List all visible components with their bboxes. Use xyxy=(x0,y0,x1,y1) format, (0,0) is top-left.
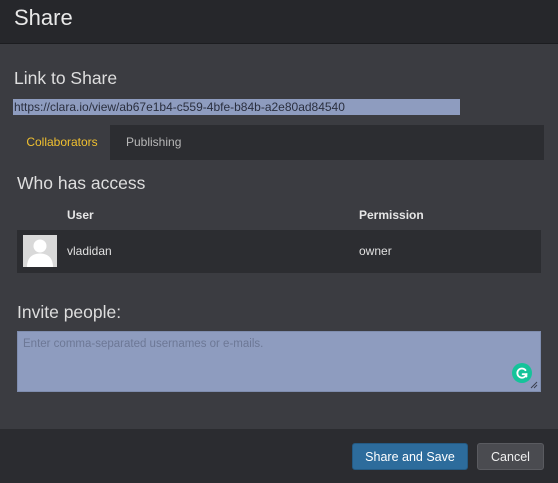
dialog-footer: Share and Save Cancel xyxy=(0,429,558,483)
column-header-permission: Permission xyxy=(359,208,424,222)
dialog-header: Share xyxy=(0,0,558,44)
share-tabs: Collaborators Publishing xyxy=(14,125,544,160)
resize-grip-icon[interactable] xyxy=(530,381,538,389)
dialog-body: Link to Share https://clara.io/view/ab67… xyxy=(0,44,558,429)
user-name: vladidan xyxy=(67,244,112,258)
grammarly-icon[interactable] xyxy=(512,363,532,383)
tab-publishing[interactable]: Publishing xyxy=(126,125,181,160)
invite-input[interactable] xyxy=(18,332,540,391)
share-dialog: Share Link to Share https://clara.io/vie… xyxy=(0,0,558,483)
column-header-user: User xyxy=(67,208,94,222)
share-and-save-button[interactable]: Share and Save xyxy=(352,443,468,470)
invite-heading: Invite people: xyxy=(17,302,122,322)
invite-input-container xyxy=(17,331,541,392)
link-heading: Link to Share xyxy=(14,68,118,88)
cancel-button[interactable]: Cancel xyxy=(477,443,544,470)
access-heading: Who has access xyxy=(17,173,146,193)
default-user-avatar-icon xyxy=(23,235,57,267)
avatar xyxy=(23,235,57,267)
access-table-header: User Permission xyxy=(17,202,541,230)
table-row: vladidan owner xyxy=(17,230,541,273)
tab-collaborators[interactable]: Collaborators xyxy=(14,125,110,160)
share-link-field[interactable]: https://clara.io/view/ab67e1b4-c559-4bfe… xyxy=(13,99,460,115)
dialog-title: Share xyxy=(14,5,73,30)
user-permission: owner xyxy=(359,244,392,258)
